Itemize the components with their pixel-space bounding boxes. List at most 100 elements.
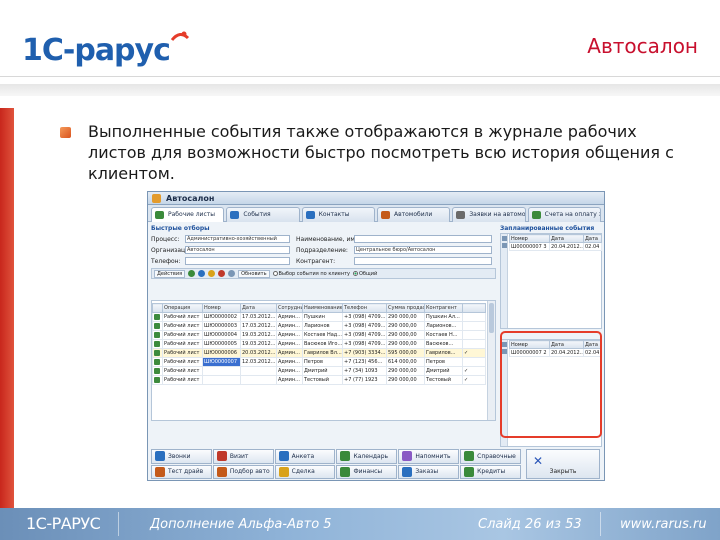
edit-icon[interactable] [208, 270, 216, 277]
cell-num: ШЮ0000006 [202, 348, 241, 358]
refresh-button[interactable]: Обновить [238, 269, 270, 278]
column-header[interactable]: Сотрудник [276, 303, 303, 313]
cell-flag [462, 357, 486, 367]
filter-input[interactable]: Автосалон [185, 246, 290, 254]
action-button-1[interactable]: Звонки [151, 449, 212, 464]
quick-filters-title: Быстрые отборы [151, 225, 210, 232]
tab-3[interactable]: Контакты [301, 207, 375, 222]
tab-1[interactable]: Рабочие листы [151, 207, 225, 222]
events-header-row: Номер Дата Дата [509, 234, 602, 243]
actions-button[interactable]: Действия [154, 269, 186, 278]
filter-input[interactable]: Административно-хозяйственный [185, 235, 290, 243]
column-header[interactable]: Дата [240, 303, 277, 313]
events-column-header[interactable]: Номер [509, 234, 550, 243]
radio-by-client[interactable]: Выбор события по клиенту [272, 271, 350, 277]
tab-6[interactable]: Счета на оплату за автомобиль [527, 207, 601, 222]
cell-name: Васюков Иго... [302, 339, 343, 349]
action-button-6[interactable]: Справочные [460, 449, 521, 464]
table-row[interactable]: Рабочий лист Админ... Тестовый +7 (77) 1923… [152, 375, 486, 385]
table-row[interactable]: Рабочий лист Админ... Дмитрий +7 (34) 1093 2… [152, 366, 486, 376]
events-column-header[interactable]: Дата [583, 234, 602, 243]
bottom-button-panel: Звонки Визит Анкета Календарь Напомнить Справ… [151, 449, 521, 479]
cell-emp: Админ... [276, 375, 303, 385]
events-top-table: Номер Дата Дата Ш00000007 3 20.04.2012... 02… [509, 234, 602, 251]
action-label: Сделка [291, 468, 315, 476]
edit-event-icon[interactable] [502, 243, 507, 248]
scroll-thumb[interactable] [489, 303, 494, 333]
cell-phone: +7 (123) 456... [342, 357, 387, 367]
tab-2[interactable]: События [226, 207, 300, 222]
cell-num: ШЮ0000007 [202, 357, 241, 367]
table-row[interactable]: Рабочий лист ШЮ0000007 12.03.2012... Админ.… [152, 357, 486, 367]
cell-sum: 290 000,00 [386, 330, 425, 340]
cell-date [240, 375, 277, 385]
cell-cp: Костаев Н... [424, 330, 463, 340]
table-row[interactable]: Рабочий лист ШЮ0000006 20.03.2012... Админ.… [152, 348, 486, 358]
events-column-header[interactable]: Дата [549, 234, 584, 243]
cell-phone: +3 (098) 4709... [342, 312, 387, 322]
action-label: Календарь [353, 452, 389, 460]
action-button-11[interactable]: Заказы [398, 464, 460, 479]
action-button-3[interactable]: Анкета [274, 449, 336, 464]
filter-input[interactable] [185, 257, 290, 265]
action-icon [402, 451, 413, 462]
window-titlebar: Автосалон [148, 192, 604, 205]
action-icon [402, 466, 413, 477]
action-button-8[interactable]: Подбор авто [212, 464, 274, 479]
cell-cp: Ларионов... [424, 321, 463, 331]
grid-scrollbar[interactable] [487, 301, 495, 420]
action-label: Справочные [477, 452, 516, 460]
row-icon-cell [152, 330, 163, 340]
cell-cp: Васюков... [424, 339, 463, 349]
filter-input[interactable] [354, 235, 492, 243]
side-accent-bar [0, 108, 14, 508]
filter-label: Процесс: [151, 235, 180, 243]
filter-input[interactable]: Центральное бюро/Автосалон [354, 246, 492, 254]
action-label: Звонки [168, 452, 191, 460]
delete-icon[interactable] [218, 270, 226, 277]
filter-input[interactable] [354, 257, 492, 265]
action-button-10[interactable]: Финансы [336, 464, 398, 479]
action-button-9[interactable]: Сделка [274, 464, 336, 479]
table-row[interactable]: Рабочий лист ШЮ0000003 17.03.2012... Админ.… [152, 321, 486, 331]
filter-icon[interactable] [228, 270, 236, 277]
action-label: Заказы [415, 468, 439, 476]
column-header[interactable] [152, 303, 163, 313]
column-header[interactable] [462, 303, 486, 313]
radio-dot [353, 271, 358, 276]
cell-sum: 290 000,00 [386, 321, 425, 331]
action-icon [155, 466, 165, 477]
table-row[interactable]: Рабочий лист ШЮ0000005 19.03.2012... Админ.… [152, 339, 486, 349]
radio-general[interactable]: Общий [353, 271, 377, 277]
add-icon[interactable] [188, 270, 196, 277]
action-button-5[interactable]: Напомнить [398, 449, 460, 464]
cell-emp: Админ... [276, 366, 303, 376]
close-button[interactable]: ✕ Закрыть [526, 449, 600, 479]
row-icon-cell [152, 366, 163, 376]
footer-product: Дополнение Альфа-Авто 5 [150, 517, 332, 532]
cell-emp: Админ... [276, 312, 303, 322]
action-button-2[interactable]: Визит [212, 449, 274, 464]
event-row[interactable]: Ш00000007 3 20.04.2012... 02.04 [509, 242, 602, 251]
cell-name: Костаев Над... [302, 330, 343, 340]
column-header[interactable]: Операция [162, 303, 203, 313]
table-row[interactable]: Рабочий лист ШЮ0000004 19.03.2012... Админ.… [152, 330, 486, 340]
action-button-7[interactable]: Тест драйв [151, 464, 212, 479]
column-header[interactable]: Телефон [342, 303, 387, 313]
tab-4[interactable]: Автомобили [376, 207, 451, 222]
cell-sum: 290 000,00 [386, 375, 425, 385]
table-row[interactable]: Рабочий лист ШЮ0000002 17.03.2012... Админ.… [152, 312, 486, 322]
action-icon [216, 466, 227, 477]
action-button-4[interactable]: Календарь [336, 449, 398, 464]
add-event-icon[interactable] [502, 236, 507, 241]
copy-icon[interactable] [198, 270, 206, 277]
row-icon-cell [152, 348, 163, 358]
column-header[interactable]: Наименование [302, 303, 343, 313]
column-header[interactable]: Контрагент [424, 303, 463, 313]
row-icon-cell [152, 357, 163, 367]
cell-name: Ларионов [302, 321, 343, 331]
column-header[interactable]: Сумма продажи [386, 303, 425, 313]
column-header[interactable]: Номер [202, 303, 241, 313]
action-button-12[interactable]: Кредиты [460, 464, 521, 479]
tab-5[interactable]: Заявки на автомобиль [452, 207, 526, 222]
